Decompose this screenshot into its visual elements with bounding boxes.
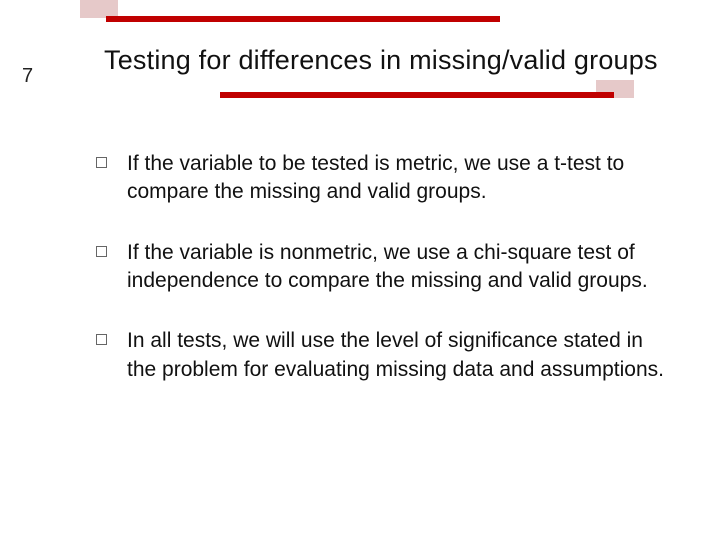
- list-item: In all tests, we will use the level of s…: [96, 327, 676, 384]
- bullet-text: If the variable to be tested is metric, …: [127, 150, 676, 207]
- accent-rule-top: [106, 16, 500, 22]
- slide-title: Testing for differences in missing/valid…: [104, 45, 696, 76]
- page-number: 7: [22, 65, 33, 88]
- list-item: If the variable to be tested is metric, …: [96, 150, 676, 207]
- accent-rule-mid: [220, 92, 614, 98]
- body-content: If the variable to be tested is metric, …: [96, 150, 676, 416]
- bullet-text: In all tests, we will use the level of s…: [127, 327, 676, 384]
- bullet-icon: [96, 157, 107, 168]
- bullet-icon: [96, 246, 107, 257]
- bullet-text: If the variable is nonmetric, we use a c…: [127, 239, 676, 296]
- list-item: If the variable is nonmetric, we use a c…: [96, 239, 676, 296]
- bullet-icon: [96, 334, 107, 345]
